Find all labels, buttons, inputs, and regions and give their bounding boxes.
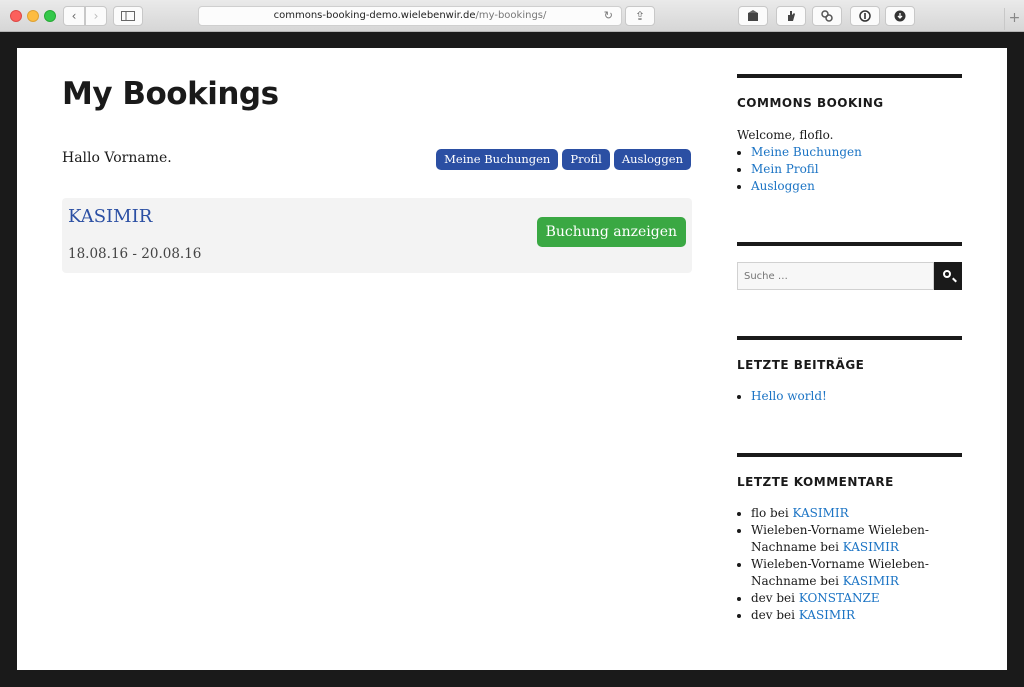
account-links: Meine Buchungen Mein Profil Ausloggen (737, 144, 962, 195)
list-item: Wieleben-Vorname Wieleben-Nachname bei K… (751, 522, 962, 556)
comment-post-link[interactable]: KASIMIR (843, 574, 899, 588)
browser-toolbar: ‹ › commons-booking-demo.wielebenwir.de/… (0, 0, 1024, 32)
back-button[interactable]: ‹ (63, 6, 85, 26)
comment-author: dev (751, 608, 773, 622)
chevron-right-icon: › (93, 9, 99, 23)
logout-button[interactable]: Ausloggen (613, 149, 691, 170)
widget-recent-comments: LETZTE KOMMENTARE flo bei KASIMIR Wieleb… (737, 453, 962, 624)
link-icon (821, 10, 833, 22)
comment-author: dev (751, 591, 773, 605)
recent-comments-list: flo bei KASIMIR Wieleben-Vorname Wielebe… (737, 505, 962, 624)
my-bookings-button[interactable]: Meine Buchungen (436, 149, 559, 170)
info-icon (859, 10, 871, 22)
search-form (737, 262, 962, 290)
chevron-left-icon: ‹ (71, 9, 77, 23)
list-item: Hello world! (751, 388, 962, 405)
extension-button-5[interactable] (885, 6, 915, 26)
web-page: My Bookings Hallo Vorname. Meine Buchung… (17, 48, 1007, 670)
show-booking-button[interactable]: Buchung anzeigen (536, 217, 686, 247)
list-item: dev bei KASIMIR (751, 607, 962, 624)
url-path: /my-bookings/ (475, 10, 547, 21)
comment-separator: bei (816, 574, 843, 588)
hand-icon (788, 11, 795, 21)
link-my-profile[interactable]: Mein Profil (751, 162, 819, 176)
welcome-text: Welcome, floflo. (737, 128, 834, 142)
comment-post-link[interactable]: KASIMIR (792, 506, 848, 520)
comment-separator: bei (816, 540, 843, 554)
extension-button-1[interactable] (738, 6, 768, 26)
widget-title: LETZTE KOMMENTARE (737, 475, 894, 489)
search-button[interactable] (934, 262, 962, 290)
list-item: Meine Buchungen (751, 144, 962, 161)
url-host: commons-booking-demo.wielebenwir.de (273, 10, 476, 21)
forward-button[interactable]: › (85, 6, 107, 26)
booking-card: KASIMIR 18.08.16 - 20.08.16 Buchung anze… (62, 198, 692, 273)
extension-button-3[interactable] (812, 6, 842, 26)
download-icon (894, 10, 906, 22)
recent-posts-list: Hello world! (737, 388, 962, 405)
reload-icon[interactable]: ↻ (604, 7, 613, 25)
widget-recent-posts: LETZTE BEITRÄGE Hello world! (737, 336, 962, 405)
close-window-icon[interactable] (10, 10, 22, 22)
extension-button-4[interactable] (850, 6, 880, 26)
comment-separator: bei (766, 506, 793, 520)
comment-separator: bei (772, 608, 799, 622)
booking-dates: 18.08.16 - 20.08.16 (68, 246, 202, 262)
booking-item-link[interactable]: KASIMIR (68, 206, 152, 227)
list-item: Wieleben-Vorname Wieleben-Nachname bei K… (751, 556, 962, 590)
plus-icon: + (1008, 10, 1021, 26)
comment-post-link[interactable]: KASIMIR (799, 608, 855, 622)
account-buttons: Meine Buchungen Profil Ausloggen (436, 149, 691, 170)
greeting-text: Hallo Vorname. (62, 150, 172, 166)
sidebar-toggle-button[interactable] (113, 6, 143, 26)
list-item: dev bei KONSTANZE (751, 590, 962, 607)
widget-commons-booking: COMMONS BOOKING Welcome, floflo. Meine B… (737, 74, 962, 195)
share-icon: ⇪ (634, 9, 646, 23)
search-icon (943, 270, 951, 278)
profile-button[interactable]: Profil (562, 149, 610, 170)
zoom-window-icon[interactable] (44, 10, 56, 22)
post-link[interactable]: Hello world! (751, 389, 827, 403)
new-tab-button[interactable]: + (1004, 8, 1024, 30)
address-bar[interactable]: commons-booking-demo.wielebenwir.de/my-b… (198, 6, 622, 26)
minimize-window-icon[interactable] (27, 10, 39, 22)
page-title: My Bookings (62, 76, 279, 112)
widget-search (737, 242, 962, 290)
link-logout[interactable]: Ausloggen (751, 179, 815, 193)
sidebar-icon (121, 11, 135, 21)
box-icon (748, 10, 758, 21)
list-item: Mein Profil (751, 161, 962, 178)
share-button[interactable]: ⇪ (625, 6, 655, 26)
widget-title: LETZTE BEITRÄGE (737, 358, 865, 372)
comment-post-link[interactable]: KASIMIR (843, 540, 899, 554)
widget-title: COMMONS BOOKING (737, 96, 884, 110)
comment-author: flo (751, 506, 767, 520)
list-item: Ausloggen (751, 178, 962, 195)
search-input[interactable] (737, 262, 934, 290)
comment-post-link[interactable]: KONSTANZE (799, 591, 880, 605)
extension-button-2[interactable] (776, 6, 806, 26)
list-item: flo bei KASIMIR (751, 505, 962, 522)
comment-separator: bei (772, 591, 799, 605)
link-my-bookings[interactable]: Meine Buchungen (751, 145, 862, 159)
